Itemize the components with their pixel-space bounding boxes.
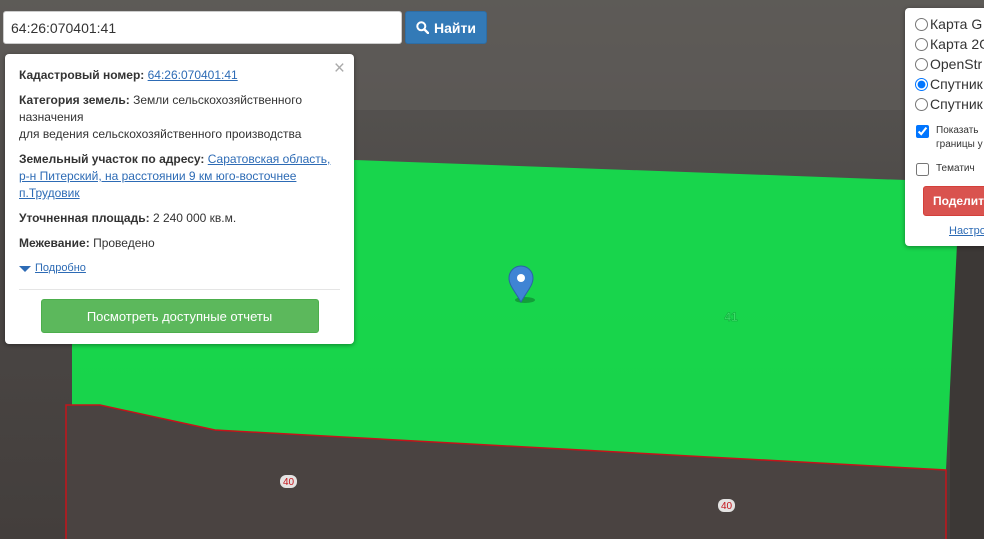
survey-row: Межевание: Проведено [19, 235, 340, 252]
address-row: Земельный участок по адресу: Саратовская… [19, 151, 340, 202]
parcel-info-popup: × Кадастровый номер: 64:26:070401:41 Кат… [5, 54, 354, 344]
layer-radio-3[interactable] [915, 57, 928, 71]
layer-option-5[interactable]: Спутник [915, 94, 984, 114]
layer-option-4[interactable]: Спутник [915, 74, 984, 94]
details-link[interactable]: Подробно [35, 260, 86, 277]
cadastral-number-link[interactable]: 64:26:070401:41 [148, 68, 238, 82]
search-icon [416, 21, 430, 34]
show-borders-label: Показать границы у [936, 125, 983, 150]
address-link-line2[interactable]: р-н Питерский, на расстоянии 9 км юго-во… [19, 169, 296, 183]
show-borders-checkbox[interactable] [916, 125, 929, 138]
category-value-line2: назначения [19, 110, 84, 124]
show-borders-option[interactable]: Показать границы у [915, 124, 984, 152]
search-button-label: Найти [434, 19, 476, 36]
address-link-line1[interactable]: Саратовская область, [208, 152, 331, 166]
details-toggle[interactable]: Подробно [19, 260, 340, 277]
parcel-label-40-right: 40 [718, 499, 735, 512]
view-reports-button[interactable]: Посмотреть доступные отчеты [40, 299, 319, 333]
layer-option-1[interactable]: Карта G [915, 14, 984, 34]
parcel-label-41: 41 [724, 310, 738, 324]
layer-radio-4[interactable] [915, 77, 928, 91]
layer-option-2[interactable]: Карта 2G [915, 34, 984, 54]
cadastral-label: Кадастровый номер: [19, 68, 145, 82]
layer-radio-2[interactable] [915, 37, 928, 51]
thematic-label: Тематич [936, 163, 975, 174]
layer-option-1-label: Карта G [930, 16, 983, 32]
layer-radio-1[interactable] [915, 17, 928, 31]
category-value-line3: для ведения сельскохозяйственного произв… [19, 127, 302, 141]
survey-label: Межевание: [19, 236, 90, 250]
category-value-line1: Земли сельскохозяйственного [133, 93, 303, 107]
settings-link[interactable]: Настро [949, 225, 984, 237]
survey-value: Проведено [93, 236, 155, 250]
layer-option-5-label: Спутник [930, 96, 983, 112]
popup-divider [19, 289, 340, 290]
share-button[interactable]: Поделит [923, 186, 984, 216]
layer-option-4-label: Спутник [930, 76, 983, 92]
layer-option-3[interactable]: OpenStr [915, 54, 984, 74]
area-value: 2 240 000 кв.м. [152, 211, 237, 225]
close-icon[interactable]: × [334, 58, 345, 80]
search-button[interactable]: Найти [405, 11, 487, 44]
thematic-option[interactable]: Тематич [915, 162, 984, 176]
category-label: Категория земель: [19, 93, 130, 107]
layer-option-2-label: Карта 2G [930, 36, 984, 52]
thematic-checkbox[interactable] [916, 163, 929, 176]
area-row: Уточненная площадь: 2 240 000 кв.м. [19, 210, 340, 227]
caret-down-icon [19, 265, 31, 272]
cadastral-row: Кадастровый номер: 64:26:070401:41 [19, 67, 340, 84]
layer-control-panel: Карта G Карта 2G OpenStr Спутник Спутник… [905, 8, 984, 246]
parcel-label-40-left: 40 [280, 475, 297, 488]
address-link-line3[interactable]: п.Трудовик [19, 186, 80, 200]
address-label: Земельный участок по адресу: [19, 152, 205, 166]
svg-text:40: 40 [283, 477, 295, 488]
field-strip-right [950, 240, 984, 539]
search-input[interactable] [3, 11, 402, 44]
area-label: Уточненная площадь: [19, 211, 150, 225]
category-row: Категория земель: Земли сельскохозяйстве… [19, 92, 340, 143]
layer-radio-5[interactable] [915, 97, 928, 111]
layer-option-3-label: OpenStr [930, 56, 983, 72]
svg-text:40: 40 [721, 501, 733, 512]
